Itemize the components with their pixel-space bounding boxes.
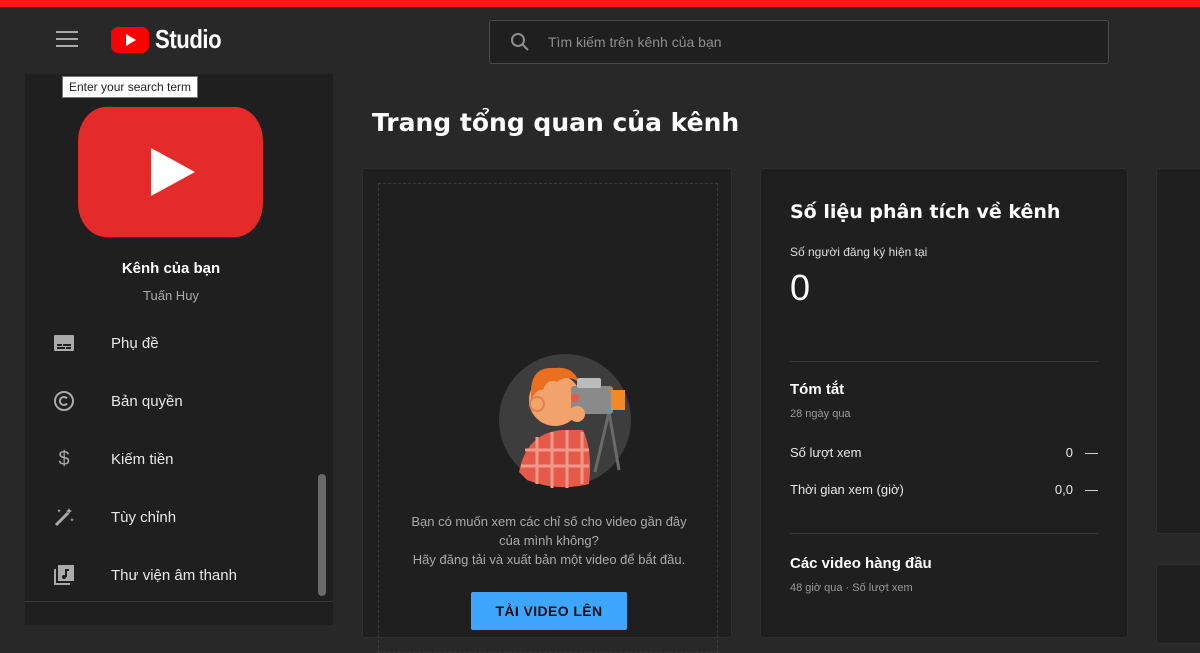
sidebar-item-label: Tùy chỉnh bbox=[111, 508, 177, 526]
sidebar-scrollbar[interactable] bbox=[318, 474, 326, 596]
avatar[interactable] bbox=[78, 107, 263, 237]
logo-text: Studio bbox=[155, 24, 222, 54]
upload-video-button[interactable]: TẢI VIDEO LÊN bbox=[471, 592, 627, 630]
upload-prompt-line: của mình không? bbox=[499, 533, 599, 548]
side-card bbox=[1156, 564, 1200, 644]
sidebar-item-customization[interactable]: Tùy chỉnh bbox=[25, 488, 315, 546]
sidebar-item-subtitles[interactable]: Phụ đề bbox=[25, 314, 315, 372]
videographer-illustration-icon bbox=[499, 354, 631, 488]
channel-name[interactable]: Kênh của bạn bbox=[25, 260, 317, 277]
upload-prompt: Bạn có muốn xem các chỉ số cho video gần… bbox=[379, 512, 719, 569]
summary-period: 28 ngày qua bbox=[790, 408, 851, 420]
channel-analytics-card: Số liệu phân tích về kênh Số người đăng … bbox=[760, 168, 1128, 638]
sidebar-item-audio-library[interactable]: Thư viện âm thanh bbox=[25, 546, 315, 604]
top-videos-subtitle: 48 giờ qua · Số lượt xem bbox=[790, 582, 913, 594]
metric-trend: — bbox=[1085, 482, 1098, 497]
divider bbox=[790, 361, 1098, 362]
menu-icon[interactable] bbox=[56, 31, 78, 49]
subtitles-icon bbox=[53, 332, 75, 354]
top-videos-title: Các video hàng đầu bbox=[790, 555, 932, 572]
upload-prompt-line: Hãy đăng tải và xuất bản một video để bắ… bbox=[412, 552, 686, 567]
channel-owner: Tuấn Huy bbox=[143, 288, 199, 303]
studio-logo[interactable]: Studio bbox=[111, 24, 233, 55]
upload-prompt-line: Bạn có muốn xem các chỉ số cho video gần… bbox=[411, 514, 687, 529]
magic-wand-icon bbox=[53, 506, 75, 528]
sidebar-item-label: Kiếm tiền bbox=[111, 450, 174, 468]
divider bbox=[790, 533, 1098, 534]
subscribers-label: Số người đăng ký hiện tại bbox=[790, 245, 928, 259]
metric-value: 0 bbox=[1065, 445, 1073, 460]
analytics-title: Số liệu phân tích về kênh bbox=[790, 201, 1061, 223]
youtube-play-icon bbox=[111, 26, 149, 53]
sidebar-item-label: Thư viện âm thanh bbox=[111, 566, 237, 584]
sidebar-nav: Phụ đề Bản quyền $ Kiếm tiền Tùy chỉnh T… bbox=[25, 314, 315, 604]
upload-card: Bạn có muốn xem các chỉ số cho video gần… bbox=[362, 168, 732, 653]
metric-label: Số lượt xem bbox=[790, 445, 862, 460]
page-title: Trang tổng quan của kênh bbox=[372, 108, 740, 137]
search-tooltip: Enter your search term bbox=[62, 76, 199, 98]
metric-value: 0,0 bbox=[1054, 482, 1073, 497]
sidebar-item-copyright[interactable]: Bản quyền bbox=[25, 372, 315, 430]
metric-trend: — bbox=[1085, 445, 1098, 460]
metric-label: Thời gian xem (giờ) bbox=[790, 482, 904, 497]
metric-row-views: Số lượt xem 0 — bbox=[790, 445, 1098, 460]
metric-row-watch-time: Thời gian xem (giờ) 0,0 — bbox=[790, 482, 1098, 497]
dollar-icon: $ bbox=[58, 447, 70, 470]
sidebar-edge bbox=[0, 74, 25, 625]
summary-title: Tóm tắt bbox=[790, 381, 845, 398]
search-icon[interactable] bbox=[510, 32, 530, 52]
audio-library-icon bbox=[53, 564, 75, 586]
side-card bbox=[1156, 168, 1200, 534]
copyright-icon bbox=[53, 390, 75, 412]
search-input[interactable] bbox=[546, 33, 1066, 51]
subscribers-count: 0 bbox=[790, 267, 811, 308]
sidebar: Kênh của bạn Tuấn Huy Phụ đề Bản quyền $… bbox=[25, 74, 333, 625]
upload-card-inner: Bạn có muốn xem các chỉ số cho video gần… bbox=[378, 183, 718, 653]
sidebar-item-label: Bản quyền bbox=[111, 392, 183, 410]
search-box[interactable] bbox=[489, 20, 1109, 64]
play-icon bbox=[150, 148, 195, 196]
sidebar-item-label: Phụ đề bbox=[111, 334, 159, 352]
divider bbox=[25, 601, 333, 602]
top-bar: Studio bbox=[0, 0, 1200, 74]
sidebar-item-monetization[interactable]: $ Kiếm tiền bbox=[25, 430, 315, 488]
